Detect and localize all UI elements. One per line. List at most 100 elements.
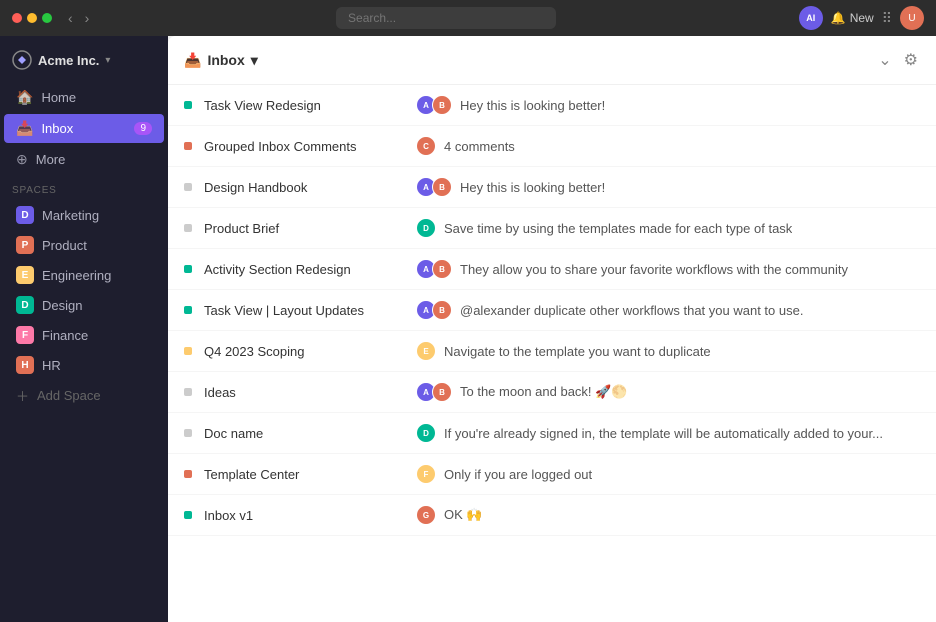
avatars: D (416, 423, 436, 443)
nav-arrows: ‹ › (64, 8, 93, 28)
item-content: A B To the moon and back! 🚀🌕 (416, 382, 920, 402)
space-badge-marketing: D (16, 206, 34, 224)
ai-badge[interactable]: AI (799, 6, 823, 30)
window-controls (12, 13, 52, 23)
item-text: Navigate to the template you want to dup… (444, 344, 711, 359)
home-icon: 🏠 (16, 89, 33, 106)
item-title: Template Center (204, 467, 404, 482)
table-row[interactable]: Activity Section Redesign A B They allow… (168, 249, 936, 290)
space-hr[interactable]: H HR (4, 351, 164, 379)
item-indicator (184, 388, 192, 396)
avatar: E (416, 341, 436, 361)
space-design[interactable]: D Design (4, 291, 164, 319)
item-title: Task View | Layout Updates (204, 303, 404, 318)
item-text: Hey this is looking better! (460, 98, 605, 113)
avatars: D (416, 218, 436, 238)
sidebar-item-label: Home (41, 90, 76, 105)
item-indicator (184, 511, 192, 519)
sidebar-item-home[interactable]: 🏠 Home (4, 83, 164, 112)
space-finance[interactable]: F Finance (4, 321, 164, 349)
main-content: 📥 Inbox ▾ ⌄ ⚙ Task View Redesign A B H (168, 36, 936, 622)
avatars: E (416, 341, 436, 361)
item-title: Product Brief (204, 221, 404, 236)
sidebar-item-inbox[interactable]: 📥 Inbox 9 (4, 114, 164, 143)
item-indicator (184, 224, 192, 232)
table-row[interactable]: Task View Redesign A B Hey this is looki… (168, 85, 936, 126)
item-text: Only if you are logged out (444, 467, 592, 482)
space-badge-finance: F (16, 326, 34, 344)
forward-button[interactable]: › (81, 8, 94, 28)
item-indicator (184, 347, 192, 355)
avatar: D (416, 218, 436, 238)
minimize-dot[interactable] (27, 13, 37, 23)
avatar: B (432, 259, 452, 279)
brand-logo[interactable]: Acme Inc. ▾ (0, 44, 168, 82)
space-marketing[interactable]: D Marketing (4, 201, 164, 229)
table-row[interactable]: Q4 2023 Scoping E Navigate to the templa… (168, 331, 936, 372)
space-label: Engineering (42, 268, 111, 283)
avatars: A B (416, 259, 452, 279)
item-content: A B Hey this is looking better! (416, 177, 920, 197)
item-content: E Navigate to the template you want to d… (416, 341, 920, 361)
space-engineering[interactable]: E Engineering (4, 261, 164, 289)
table-row[interactable]: Design Handbook A B Hey this is looking … (168, 167, 936, 208)
space-label: HR (42, 358, 61, 373)
item-content: A B Hey this is looking better! (416, 95, 920, 115)
space-badge-product: P (16, 236, 34, 254)
spaces-section-label: Spaces (0, 175, 168, 200)
search-input[interactable] (336, 7, 556, 29)
settings-button[interactable]: ⚙ (902, 48, 920, 72)
app-body: Acme Inc. ▾ 🏠 Home 📥 Inbox 9 ⊕ More Spac… (0, 36, 936, 622)
item-indicator (184, 142, 192, 150)
bell-icon: 🔔 (831, 11, 846, 25)
sidebar-item-label: More (36, 152, 66, 167)
close-dot[interactable] (12, 13, 22, 23)
avatar: B (432, 382, 452, 402)
sidebar-item-more[interactable]: ⊕ More (4, 145, 164, 174)
brand-chevron: ▾ (105, 55, 110, 66)
space-badge-design: D (16, 296, 34, 314)
table-row[interactable]: Ideas A B To the moon and back! 🚀🌕 (168, 372, 936, 413)
space-product[interactable]: P Product (4, 231, 164, 259)
back-button[interactable]: ‹ (64, 8, 77, 28)
inbox-title[interactable]: 📥 Inbox ▾ (184, 52, 258, 69)
table-row[interactable]: Task View | Layout Updates A B @alexande… (168, 290, 936, 331)
item-text: 4 comments (444, 139, 515, 154)
space-label: Design (42, 298, 82, 313)
table-row[interactable]: Grouped Inbox Comments C 4 comments (168, 126, 936, 167)
user-avatar[interactable]: U (900, 6, 924, 30)
item-text: @alexander duplicate other workflows tha… (460, 303, 803, 318)
avatar: G (416, 505, 436, 525)
item-content: A B They allow you to share your favorit… (416, 259, 920, 279)
avatars: A B (416, 300, 452, 320)
avatar: B (432, 95, 452, 115)
avatar: D (416, 423, 436, 443)
add-space-button[interactable]: ＋ Add Space (4, 381, 164, 410)
table-row[interactable]: Product Brief D Save time by using the t… (168, 208, 936, 249)
space-badge-hr: H (16, 356, 34, 374)
filter-button[interactable]: ⌄ (876, 48, 893, 72)
item-text: To the moon and back! 🚀🌕 (460, 384, 628, 400)
new-button[interactable]: 🔔 New (831, 11, 874, 25)
item-title: Inbox v1 (204, 508, 404, 523)
item-text: If you're already signed in, the templat… (444, 426, 883, 441)
grid-icon[interactable]: ⠿ (882, 10, 892, 27)
table-row[interactable]: Doc name D If you're already signed in, … (168, 413, 936, 454)
maximize-dot[interactable] (42, 13, 52, 23)
avatar: F (416, 464, 436, 484)
avatar: B (432, 300, 452, 320)
table-row[interactable]: Template Center F Only if you are logged… (168, 454, 936, 495)
space-label: Marketing (42, 208, 99, 223)
item-indicator (184, 306, 192, 314)
avatar: B (432, 177, 452, 197)
item-text: Save time by using the templates made fo… (444, 221, 792, 236)
item-title: Ideas (204, 385, 404, 400)
table-row[interactable]: Inbox v1 G OK 🙌 (168, 495, 936, 536)
item-indicator (184, 265, 192, 273)
item-title: Q4 2023 Scoping (204, 344, 404, 359)
item-content: C 4 comments (416, 136, 920, 156)
avatars: G (416, 505, 436, 525)
inbox-header-icon: 📥 (184, 52, 201, 69)
sidebar-item-label: Inbox (41, 121, 73, 136)
item-indicator (184, 183, 192, 191)
